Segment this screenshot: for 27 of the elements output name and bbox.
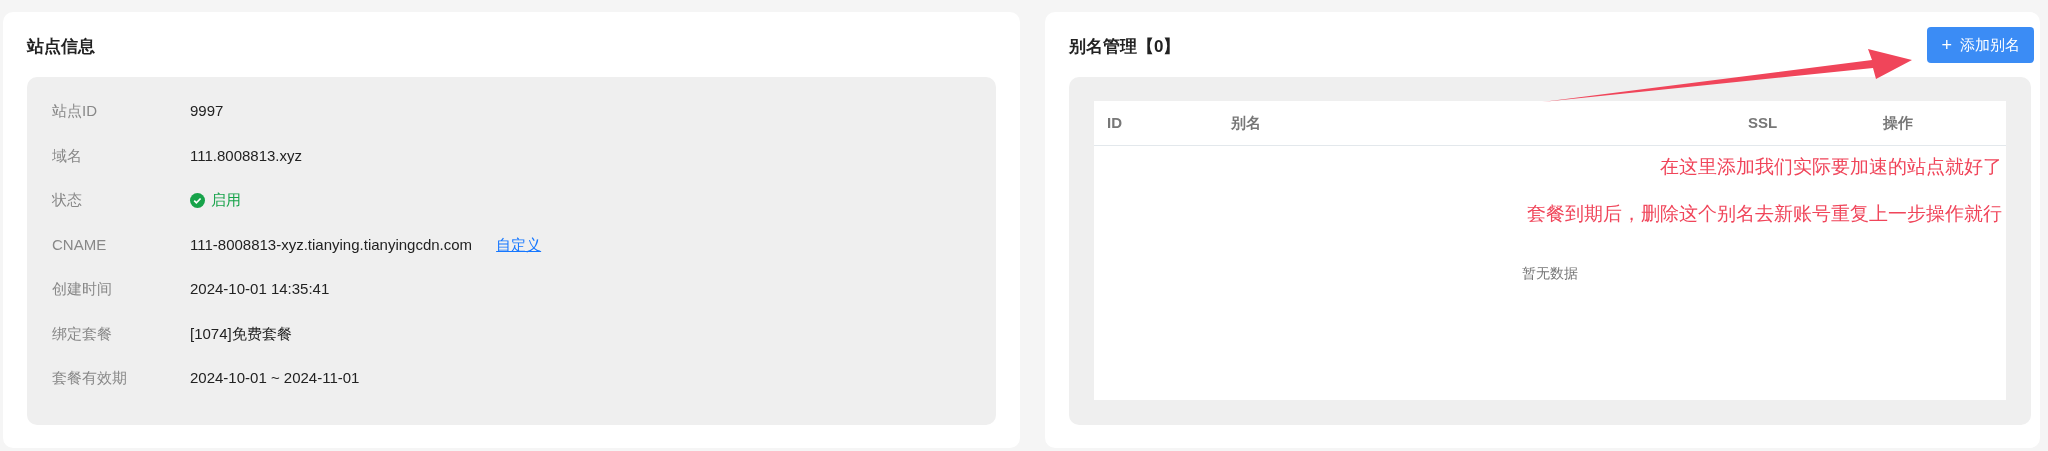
field-label: 绑定套餐 — [52, 323, 113, 344]
field-label: 状态 — [52, 190, 83, 210]
plus-icon: + — [1941, 36, 1952, 54]
field-label: 套餐有效期 — [52, 368, 128, 388]
field-value: 2024-10-01 ~ 2024-11-01 — [190, 368, 360, 388]
field-value: 9997 — [190, 101, 224, 121]
card-title: 别名管理【0】 — [1069, 35, 1181, 58]
field-label: 创建时间 — [52, 279, 113, 299]
field-label: CNAME — [52, 234, 108, 255]
column-header: 操作 — [1883, 112, 1914, 133]
field-value: [1074]免费套餐 — [190, 323, 292, 344]
check-circle-icon — [190, 192, 205, 208]
card-title: 站点信息 — [27, 35, 96, 58]
field-label: 域名 — [52, 145, 83, 166]
column-header: 别名 — [1231, 112, 1262, 133]
add-alias-button[interactable]: + 添加别名 — [1927, 27, 2034, 63]
field-label: 站点ID — [52, 101, 98, 121]
field-value: 2024-10-01 14:35:41 — [190, 279, 330, 299]
field-value: 111-8008813-xyz.tianying.tianyingcdn.com — [190, 234, 473, 255]
status-text: 启用 — [211, 190, 241, 210]
annotation-text: 在这里添加我们实际要加速的站点就好了 — [1660, 155, 2002, 179]
empty-text: 暂无数据 — [1522, 263, 1578, 283]
column-header: SSL — [1748, 112, 1779, 133]
column-header: ID — [1107, 112, 1123, 133]
annotation-text: 套餐到期后，删除这个别名去新账号重复上一步操作就行 — [1527, 201, 2002, 226]
customize-link[interactable]: 自定义 — [496, 233, 542, 256]
field-value: 111.8008813.xyz — [190, 145, 303, 166]
